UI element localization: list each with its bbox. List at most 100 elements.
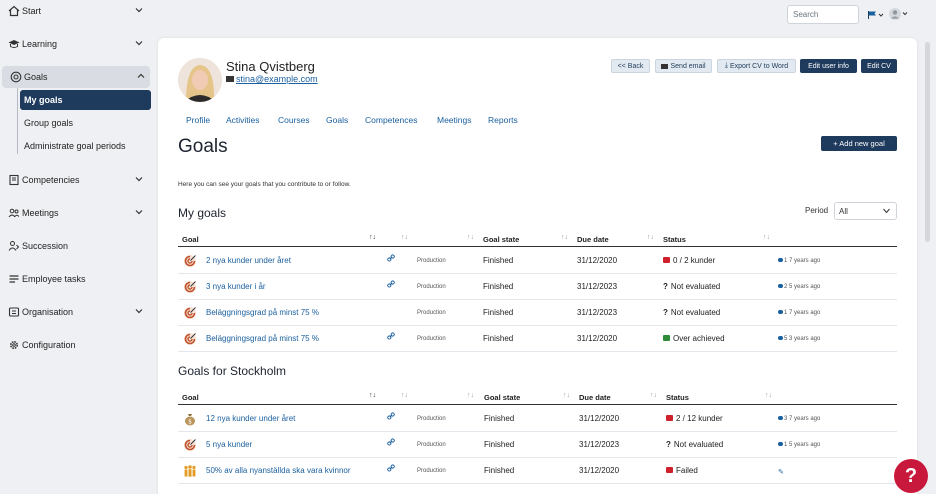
sort-icon[interactable]: ↑↓ [650, 392, 657, 399]
link-icon[interactable] [387, 332, 395, 340]
sidebar-item-learning[interactable]: Learning [0, 33, 151, 55]
tab-courses[interactable]: Courses [278, 115, 310, 125]
sort-icon[interactable]: ↑↓ [647, 234, 654, 241]
column-header-goal[interactable]: Goal [182, 235, 199, 244]
comment-info: 1 7 years ago [784, 310, 821, 316]
user-avatar-icon[interactable] [888, 7, 910, 21]
goal-status: 0 / 2 kunder [663, 256, 715, 265]
sidebar: Start Learning Goals My goals Group goal… [0, 0, 157, 494]
comments-link[interactable]: 2 5 years ago [778, 284, 820, 290]
link-icon[interactable] [387, 254, 395, 262]
download-icon: ⤓ [724, 62, 728, 69]
column-header-due-date[interactable]: Due date [579, 393, 611, 402]
period-label: Period [805, 206, 829, 215]
column-header-goal[interactable]: Goal [182, 393, 199, 402]
sort-icon[interactable]: ↑↓ [763, 234, 770, 241]
sort-icon[interactable]: ↑↓ [467, 234, 474, 241]
sidebar-subitem-group-goals[interactable]: Group goals [20, 113, 151, 133]
sidebar-item-configuration[interactable]: Configuration [0, 334, 151, 356]
tab-competences[interactable]: Competences [365, 115, 417, 125]
comment-icon [778, 284, 783, 288]
tab-reports[interactable]: Reports [488, 115, 518, 125]
thumbs-down-icon [666, 415, 673, 421]
tab-activities[interactable]: Activities [226, 115, 260, 125]
department-label: Production [417, 336, 446, 342]
sidebar-item-start[interactable]: Start [0, 0, 151, 22]
goal-status: ? Not evaluated [663, 308, 720, 317]
comment-icon [778, 442, 783, 446]
add-new-goal-button[interactable]: + Add new goal [821, 136, 897, 151]
target-icon [10, 71, 22, 83]
money-bag-icon: $ [185, 414, 195, 426]
goal-name-link[interactable]: 12 nya kunder under året [206, 414, 295, 423]
main-content: Stina Qvistberg stina@example.com << Bac… [158, 38, 917, 494]
sidebar-subitem-goal-periods[interactable]: Administrate goal periods [20, 136, 151, 156]
sidebar-item-organisation[interactable]: Organisation [0, 301, 151, 323]
scrollbar[interactable] [925, 42, 930, 242]
period-select[interactable]: All [834, 202, 897, 220]
send-email-button[interactable]: Send email [655, 59, 712, 73]
comments-link[interactable]: 1 7 years ago [778, 310, 820, 316]
my-goals-heading: My goals [178, 206, 227, 220]
sidebar-item-meetings[interactable]: Meetings [0, 202, 151, 224]
link-icon[interactable] [387, 280, 395, 288]
goal-status: ? Not evaluated [666, 440, 723, 449]
edit-user-info-button[interactable]: Edit user info [800, 59, 857, 73]
sort-icon[interactable]: ↑↓ [369, 234, 376, 241]
sidebar-item-competencies[interactable]: Competencies [0, 169, 151, 191]
edit-comment-link[interactable]: ✎ [778, 468, 784, 476]
column-header-status[interactable]: Status [666, 393, 689, 402]
comments-link[interactable]: 1 5 years ago [778, 442, 820, 448]
sidebar-item-succession[interactable]: Succession [0, 235, 151, 257]
column-header-status[interactable]: Status [663, 235, 686, 244]
search-input[interactable]: Search [787, 5, 859, 24]
comment-info: 1 5 years ago [784, 442, 821, 448]
link-icon[interactable] [387, 464, 395, 472]
sort-icon[interactable]: ↑↓ [467, 392, 474, 399]
goal-name-link[interactable]: 50% av alla nyanställda ska vara kvinnor [206, 466, 351, 475]
goal-name-link[interactable]: Beläggningsgrad på minst 75 % [206, 334, 319, 343]
tab-meetings[interactable]: Meetings [437, 115, 472, 125]
sort-icon[interactable]: ↑↓ [401, 234, 408, 241]
sort-icon[interactable]: ↑↓ [369, 392, 376, 399]
column-header-due-date[interactable]: Due date [577, 235, 609, 244]
tab-profile[interactable]: Profile [186, 115, 210, 125]
back-button[interactable]: << Back [611, 59, 650, 73]
edit-cv-button[interactable]: Edit CV [861, 59, 897, 73]
svg-text:$: $ [188, 419, 192, 426]
due-date: 31/12/2020 [579, 466, 620, 475]
column-header-goal-state[interactable]: Goal state [483, 235, 519, 244]
comments-link[interactable]: 5 3 years ago [778, 336, 820, 342]
goal-name-link[interactable]: 3 nya kunder i år [206, 282, 266, 291]
flag-icon[interactable] [867, 10, 885, 20]
comments-link[interactable]: 1 7 years ago [778, 258, 820, 264]
goal-name-link[interactable]: Beläggningsgrad på minst 75 % [206, 308, 319, 317]
sort-icon[interactable]: ↑↓ [401, 392, 408, 399]
export-cv-button[interactable]: ⤓ Export CV to Word [717, 59, 796, 73]
department-label: Production [417, 468, 446, 474]
column-header-goal-state[interactable]: Goal state [484, 393, 520, 402]
goal-state: Finished [484, 440, 515, 449]
sidebar-subitem-my-goals[interactable]: My goals [20, 90, 151, 110]
tab-goals[interactable]: Goals [326, 115, 348, 125]
home-icon [8, 5, 20, 17]
comments-link[interactable]: 3 7 years ago [778, 416, 820, 422]
help-button[interactable]: ? [894, 459, 928, 493]
avatar [178, 58, 222, 102]
hierarchy-icon [8, 241, 20, 251]
thumbs-down-icon [666, 467, 673, 473]
sidebar-item-goals[interactable]: Goals [2, 66, 150, 88]
sort-icon[interactable]: ↑↓ [563, 392, 570, 399]
sort-icon[interactable]: ↑↓ [561, 234, 568, 241]
link-icon[interactable] [387, 412, 395, 420]
chevron-down-icon [135, 41, 143, 46]
sidebar-item-employee-tasks[interactable]: Employee tasks [0, 268, 151, 290]
goal-name-link[interactable]: 2 nya kunder under året [206, 256, 291, 265]
sidebar-item-label: Goals [24, 72, 48, 82]
sort-icon[interactable]: ↑↓ [765, 392, 772, 399]
goal-state: Finished [483, 308, 514, 317]
goal-name-link[interactable]: 5 nya kunder [206, 440, 252, 449]
profile-email-link[interactable]: stina@example.com [226, 74, 318, 84]
link-icon[interactable] [387, 438, 395, 446]
target-goal-icon [184, 307, 196, 319]
